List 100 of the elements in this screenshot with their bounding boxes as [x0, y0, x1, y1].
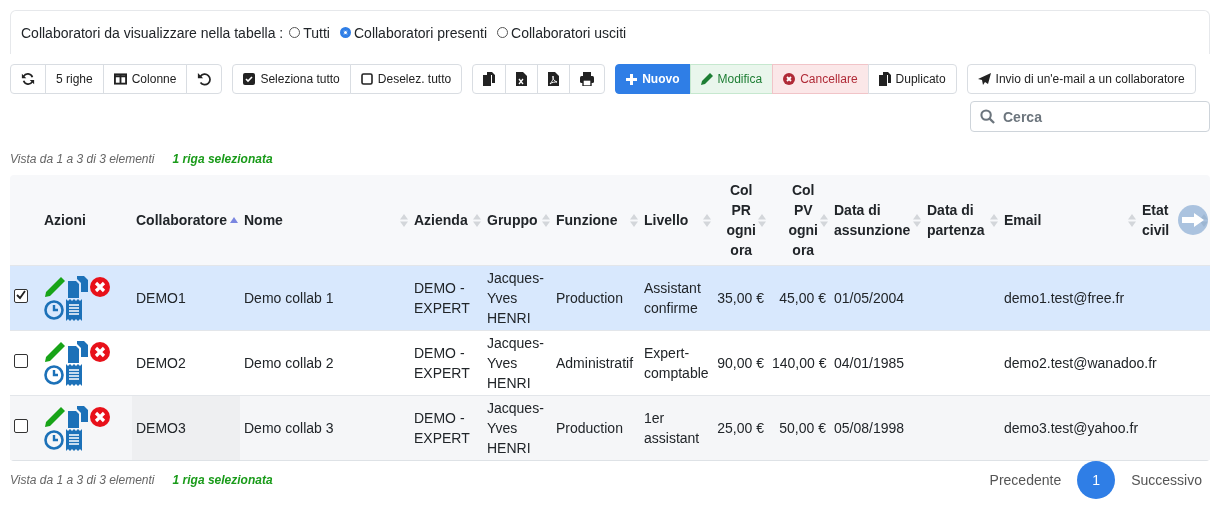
delete-icon[interactable] — [90, 406, 110, 427]
toolbar-button[interactable]: Seleziona tutto — [232, 64, 351, 94]
receipt-icon[interactable] — [66, 363, 82, 386]
table-cell: Production — [556, 290, 623, 306]
page-button[interactable]: 1 — [1077, 461, 1116, 499]
table-cell: 140,00 € — [772, 355, 827, 371]
copy-icon[interactable] — [68, 275, 88, 298]
send-email-button[interactable]: Invio di un'e-mail a un collaboratore — [966, 64, 1196, 94]
delete-icon[interactable] — [90, 341, 110, 362]
selection-info: 1 riga selezionata — [172, 473, 273, 487]
refresh-button[interactable] — [10, 64, 46, 94]
pencil-icon[interactable] — [44, 340, 66, 363]
delete-icon[interactable] — [90, 276, 110, 297]
pencil-icon[interactable] — [44, 275, 66, 298]
row-checkbox[interactable] — [14, 354, 28, 368]
table-cell: 1er assistant — [644, 410, 700, 446]
pencil-icon[interactable] — [44, 405, 66, 428]
copy-icon — [483, 72, 496, 86]
table-cell: Jacques-Yves HENRI — [487, 270, 544, 326]
table-cell: Administratif — [556, 355, 634, 371]
export-button[interactable] — [537, 64, 571, 94]
clock-icon[interactable] — [44, 299, 64, 320]
previous-page-link[interactable]: Precedente — [981, 466, 1070, 494]
refresh-icon — [21, 72, 35, 86]
filter-label: Collaboratori da visualizzare nella tabella : — [21, 24, 284, 41]
column-header[interactable]: Data di partenza — [927, 200, 988, 240]
cancel-icon — [783, 73, 796, 85]
column-header[interactable]: Nome — [244, 210, 283, 230]
table-cell: Assistant confirme — [644, 280, 701, 316]
table-cell: Demo collab 3 — [244, 420, 334, 436]
table-cell: 05/08/1998 — [834, 420, 905, 436]
toolbar-button[interactable]: Modifica — [689, 64, 774, 94]
row-checkbox[interactable] — [14, 289, 28, 303]
export-button[interactable] — [472, 64, 507, 94]
column-header[interactable]: Data di assunzione — [834, 200, 911, 240]
plus-icon — [626, 73, 638, 85]
table-cell: Jacques-Yves HENRI — [487, 400, 544, 456]
copy-icon[interactable] — [68, 405, 88, 428]
pdf-file-icon — [548, 72, 560, 86]
toolbar-button[interactable]: Cancellare — [772, 64, 869, 94]
table-cell: demo1.test@free.fr — [1004, 290, 1125, 306]
clock-icon[interactable] — [44, 429, 64, 450]
table-cell: 25,00 € — [717, 420, 764, 436]
table-cell: Expert-comptable — [644, 345, 709, 381]
toolbar-button[interactable]: Duplicato — [867, 64, 957, 94]
columns-button[interactable]: Colonne — [102, 64, 188, 94]
toolbar-button[interactable]: Deselez. tutto — [349, 64, 463, 94]
column-header[interactable]: Azienda — [414, 210, 468, 230]
table-row[interactable]: DEMO1 Demo collab 1 DEMO - EXPERT Jacques-Yves HENRI Production Assistant confirme 35,00 € 45,00 € 01/05/2004 demo1.test@free.fr — [10, 265, 1210, 331]
radio-option[interactable]: Collaboratori usciti — [497, 24, 627, 41]
export-button[interactable] — [505, 64, 539, 94]
receipt-icon[interactable] — [66, 428, 82, 451]
column-header[interactable]: Azioni — [44, 210, 86, 230]
columns-icon — [113, 73, 127, 85]
receipt-icon[interactable] — [66, 298, 82, 321]
toolbar-button[interactable]: Nuovo — [615, 64, 691, 94]
copy-icon — [878, 72, 891, 86]
table-cell: DEMO - EXPERT — [414, 410, 470, 446]
column-header[interactable]: Email — [1004, 210, 1042, 230]
excel-file-icon — [516, 72, 528, 86]
undo-icon — [197, 72, 212, 86]
table-cell: 01/05/2004 — [834, 290, 905, 306]
rows-button[interactable]: 5 righe — [45, 64, 104, 94]
radio-option[interactable]: Tutti — [289, 24, 330, 41]
search-field[interactable]: Cerca — [970, 101, 1210, 132]
column-header[interactable]: Livello — [644, 210, 689, 230]
checked-box-icon — [243, 73, 256, 85]
table-cell: 45,00 € — [779, 290, 826, 306]
table-cell: Jacques-Yves HENRI — [487, 335, 544, 391]
table-cell: 90,00 € — [717, 355, 764, 371]
table-cell: Demo collab 2 — [244, 355, 334, 371]
paper-plane-icon — [977, 73, 991, 85]
table-row[interactable]: DEMO3 Demo collab 3 DEMO - EXPERT Jacques-Yves HENRI Production 1er assistant 25,00 € 50,00 € 05/08/1998 demo3.test@yahoo.fr — [10, 395, 1210, 460]
radio-option[interactable]: Collaboratori presenti — [340, 24, 488, 41]
clock-icon[interactable] — [44, 364, 64, 385]
table-cell: demo3.test@yahoo.fr — [1004, 420, 1139, 436]
copy-icon[interactable] — [68, 340, 88, 363]
table-cell: DEMO - EXPERT — [414, 280, 470, 316]
table-cell: DEMO3 — [136, 420, 186, 436]
column-header[interactable]: Gruppo — [487, 210, 538, 230]
column-header[interactable]: Col PR ogni ora — [726, 180, 756, 260]
records-info: Vista da 1 a 3 di 3 elementi — [10, 152, 155, 166]
print-icon — [580, 72, 595, 86]
column-header[interactable]: Collaboratore — [136, 210, 227, 230]
table-cell: Demo collab 1 — [244, 290, 334, 306]
table-cell: demo2.test@wanadoo.fr — [1004, 355, 1157, 371]
export-button[interactable] — [569, 64, 606, 94]
table-cell: 50,00 € — [779, 420, 826, 436]
empty-box-icon — [360, 73, 373, 85]
records-info: Vista da 1 a 3 di 3 elementi — [10, 473, 155, 487]
column-header[interactable]: Funzione — [556, 210, 618, 230]
table-cell: DEMO1 — [136, 290, 186, 306]
search-icon — [980, 109, 995, 124]
row-checkbox[interactable] — [14, 419, 28, 433]
selection-info: 1 riga selezionata — [172, 152, 273, 166]
column-header[interactable]: Col PV ogni ora — [788, 180, 818, 260]
reset-button[interactable] — [186, 64, 223, 94]
table-cell: 35,00 € — [717, 290, 764, 306]
column-header[interactable]: Etat civil — [1142, 200, 1198, 240]
next-page-link[interactable]: Successivo — [1123, 466, 1210, 494]
